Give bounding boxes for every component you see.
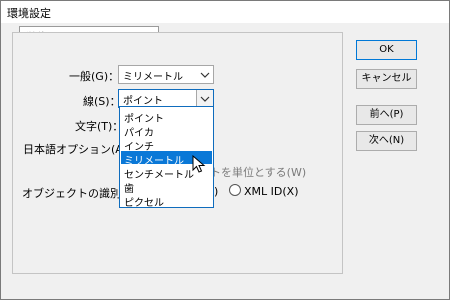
dropdown-option[interactable]: インチ <box>121 137 212 153</box>
xml-id-radio-label[interactable]: XML ID(X) <box>244 185 298 198</box>
xml-id-radio[interactable] <box>229 184 241 196</box>
previous-button[interactable]: 前へ(P) <box>356 105 417 125</box>
general-unit-value: ミリメートル <box>123 72 183 83</box>
chevron-down-icon <box>200 96 210 102</box>
dropdown-option[interactable]: パイカ <box>121 123 212 139</box>
ok-button[interactable]: OK <box>356 40 417 60</box>
dropdown-option[interactable]: 歯 <box>121 179 212 195</box>
mouse-cursor-icon <box>192 155 206 173</box>
dropdown-option[interactable]: ポイント <box>121 109 212 125</box>
general-unit-select[interactable]: ミリメートル <box>118 65 214 84</box>
line-unit-dropdown-button[interactable] <box>196 90 213 107</box>
preferences-dialog: 環境設定 単位 一般(G)： ミリメートル 線(S)： ポイント 文字(T)： … <box>0 0 450 300</box>
object-id-option-partial: ) <box>214 185 219 198</box>
chevron-down-icon <box>200 72 210 78</box>
dialog-title: 環境設定 <box>7 7 51 20</box>
line-label: 線(S)： <box>83 95 121 108</box>
cancel-button[interactable]: キャンセル <box>356 69 417 89</box>
title-bar: 環境設定 <box>1 1 449 23</box>
text-label: 文字(T)： <box>75 120 124 133</box>
next-button[interactable]: 次へ(N) <box>356 131 417 151</box>
general-label: 一般(G)： <box>69 70 120 83</box>
line-unit-value: ポイント <box>123 96 163 107</box>
dropdown-option[interactable]: ピクセル <box>121 193 212 209</box>
